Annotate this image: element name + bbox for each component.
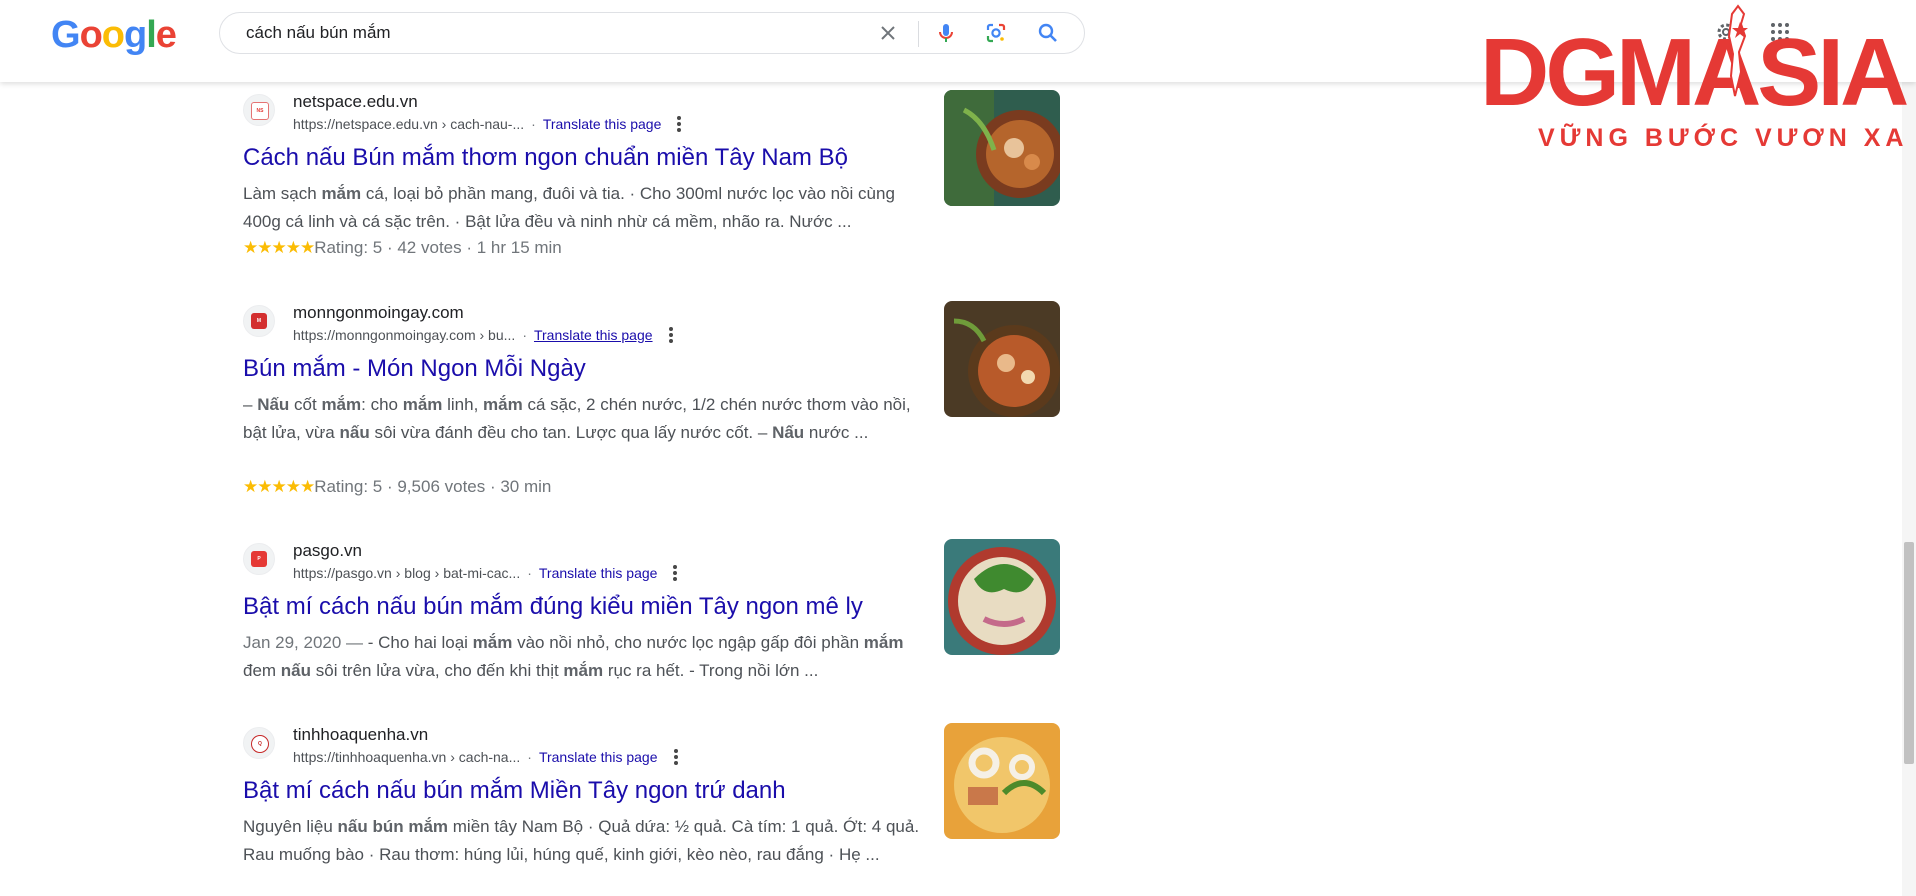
result-rating: ★★★★★Rating: 5 · 42 votes · 1 hr 15 min — [243, 238, 562, 258]
url-separator: · — [527, 749, 532, 765]
food-image-icon — [944, 539, 1060, 655]
url-separator: · — [531, 116, 536, 132]
translate-link[interactable]: Translate this page — [539, 749, 658, 765]
logo-letter: g — [124, 14, 147, 56]
result-url[interactable]: https://tinhhoaquenha.vn › cach-na... · Tr… — [293, 749, 678, 765]
result-rating: ★★★★★Rating: 5 · 9,506 votes · 30 min — [243, 477, 551, 497]
food-image-icon — [944, 723, 1060, 839]
monngon-favicon-icon: M — [251, 313, 267, 329]
result-thumbnail[interactable] — [944, 90, 1060, 206]
rating-stars-icon: ★★★★★ — [243, 477, 315, 496]
logo-letter: G — [51, 14, 81, 56]
translate-link[interactable]: Translate this page — [534, 327, 653, 343]
logo-letter: e — [155, 14, 177, 56]
search-result: P pasgo.vn https://pasgo.vn › blog › bat… — [243, 541, 923, 681]
logo-letter: l — [146, 14, 157, 56]
search-divider — [918, 21, 919, 47]
translate-link[interactable]: Translate this page — [539, 565, 658, 581]
url-separator: · — [522, 327, 527, 343]
tinhhoa-favicon-icon: Q — [251, 735, 269, 753]
more-options-icon[interactable] — [677, 116, 682, 132]
site-favicon[interactable]: Q — [243, 727, 275, 759]
result-title[interactable]: Bật mí cách nấu bún mắm Miền Tây ngon tr… — [243, 777, 786, 805]
rating-text: Rating: 5 · 42 votes · 1 hr 15 min — [314, 238, 562, 257]
search-input[interactable]: cách nấu bún mắm — [246, 13, 391, 53]
result-snippet: Jan 29, 2020 — - Cho hai loại mắm vào nồ… — [243, 633, 904, 680]
result-snippet: Làm sạch mắm cá, loại bỏ phần mang, đuôi… — [243, 184, 895, 231]
translate-link[interactable]: Translate this page — [543, 116, 662, 132]
logo-letter: o — [101, 14, 125, 56]
result-url-text: https://netspace.edu.vn › cach-nau-... — [293, 116, 525, 132]
site-favicon[interactable]: P — [243, 543, 275, 575]
more-options-icon[interactable] — [668, 327, 673, 343]
result-url[interactable]: https://pasgo.vn › blog › bat-mi-cac... ·… — [293, 565, 678, 581]
result-url[interactable]: https://monngonmoingay.com › bu... · Trans… — [293, 327, 673, 343]
rating-text: Rating: 5 · 9,506 votes · 30 min — [314, 477, 552, 496]
result-url-text: https://monngonmoingay.com › bu... — [293, 327, 516, 343]
site-favicon[interactable]: M — [243, 305, 275, 337]
more-options-icon[interactable] — [673, 565, 678, 581]
result-thumbnail[interactable] — [944, 301, 1060, 417]
result-url-text: https://pasgo.vn › blog › bat-mi-cac... — [293, 565, 521, 581]
food-image-icon — [944, 301, 1060, 417]
search-result: NS netspace.edu.vn https://netspace.edu.… — [243, 92, 923, 262]
clear-icon[interactable] — [876, 21, 900, 45]
rating-stars-icon: ★★★★★ — [243, 238, 315, 257]
url-separator: · — [527, 565, 532, 581]
dgmasia-watermark: DGMASIA VỮNG BƯỚC VƯƠN XA — [1470, 0, 1916, 160]
dgmasia-logo: DGMASIA VỮNG BƯỚC VƯƠN XA — [1480, 4, 1911, 152]
result-snippet: – Nấu cốt mắm: cho mắm linh, mắm cá sặc,… — [243, 395, 911, 442]
result-title[interactable]: Bún mắm - Món Ngon Mỗi Ngày — [243, 355, 586, 383]
microphone-icon[interactable] — [934, 21, 958, 45]
result-thumbnail[interactable] — [944, 539, 1060, 655]
more-options-icon[interactable] — [673, 749, 678, 765]
result-title[interactable]: Cách nấu Bún mắm thơm ngon chuẩn miền Tâ… — [243, 144, 848, 172]
tagline-text: VỮNG BƯỚC VƯƠN XA — [1538, 122, 1908, 152]
result-thumbnail[interactable] — [944, 723, 1060, 839]
result-site-name[interactable]: netspace.edu.vn — [293, 92, 418, 112]
logo-letter: o — [79, 14, 103, 56]
search-result: Q tinhhoaquenha.vn https://tinhhoaquenha… — [243, 725, 923, 896]
result-site-name[interactable]: pasgo.vn — [293, 541, 362, 561]
site-favicon[interactable]: NS — [243, 94, 275, 126]
result-snippet: Nguyên liệu nấu bún mắm miền tây Nam Bộ … — [243, 817, 920, 864]
result-site-name[interactable]: tinhhoaquenha.vn — [293, 725, 428, 745]
brand-text: DGMASIA — [1480, 19, 1907, 126]
result-url[interactable]: https://netspace.edu.vn › cach-nau-... · T… — [293, 116, 682, 132]
result-url-text: https://tinhhoaquenha.vn › cach-na... — [293, 749, 521, 765]
food-image-icon — [944, 90, 1060, 206]
page-scrollbar[interactable] — [1902, 82, 1916, 896]
netspace-favicon-icon: NS — [251, 102, 269, 120]
pasgo-favicon-icon: P — [251, 551, 267, 567]
search-box[interactable]: cách nấu bún mắm — [219, 12, 1085, 54]
google-logo[interactable]: Google — [51, 14, 177, 57]
scrollbar-thumb[interactable] — [1904, 542, 1914, 764]
result-site-name[interactable]: monngonmoingay.com — [293, 303, 464, 323]
search-result: M monngonmoingay.com https://monngonmoin… — [243, 303, 923, 503]
lens-icon[interactable] — [984, 21, 1008, 45]
search-icon[interactable] — [1036, 21, 1060, 45]
result-title[interactable]: Bật mí cách nấu bún mắm đúng kiểu miền T… — [243, 593, 863, 621]
